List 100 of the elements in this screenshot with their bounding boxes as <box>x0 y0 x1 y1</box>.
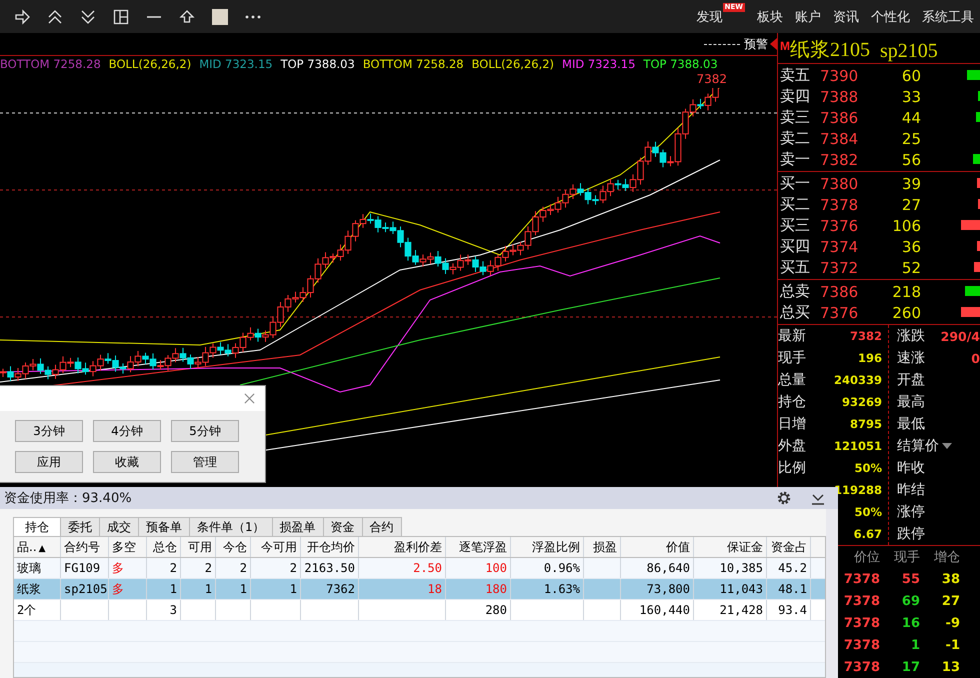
tab[interactable]: 条件单（1） <box>189 517 273 536</box>
table-cell: 2.50 <box>359 558 446 578</box>
column-header[interactable]: 今仓 <box>216 537 251 557</box>
dialog-button[interactable]: 管理 <box>171 451 239 473</box>
stat-label: 最新 <box>778 327 806 345</box>
table-cell: 180 <box>446 579 511 599</box>
layout-icon[interactable] <box>113 8 129 24</box>
table-cell: 多 <box>109 579 147 599</box>
tick-oi-change: -9 <box>944 616 960 630</box>
stat-value: 50% <box>854 461 883 475</box>
order-book-label: 卖一 <box>779 150 811 169</box>
column-header[interactable]: 保证金 <box>694 537 767 557</box>
column-header[interactable]: 逐笔浮盈 <box>446 537 511 557</box>
tick-volume: 69 <box>900 594 920 608</box>
tab[interactable]: 资金 <box>322 517 363 536</box>
stat-value: 290/4 <box>940 328 980 344</box>
table-cell: 2个 <box>14 600 61 620</box>
table-cell: 7362 <box>301 579 359 599</box>
column-header[interactable]: 浮盈比例 <box>511 537 584 557</box>
close-icon[interactable] <box>244 393 255 404</box>
order-price: 7390 <box>820 66 860 84</box>
stat-value: 121051 <box>834 439 883 453</box>
column-header[interactable]: 今可用 <box>251 537 301 557</box>
order-price: 7372 <box>820 258 860 276</box>
order-volume: 60 <box>900 66 921 84</box>
table-cell: 1 <box>181 579 216 599</box>
order-volume: 36 <box>900 238 921 256</box>
tab[interactable]: 持仓 <box>13 517 61 536</box>
indicator-legend: BOLL(26,26,2) <box>472 57 554 71</box>
dialog-button[interactable]: 应用 <box>15 451 83 473</box>
settings-icon[interactable] <box>776 490 792 506</box>
order-volume: 106 <box>891 216 921 234</box>
right-arrow-icon[interactable] <box>14 8 30 24</box>
column-header[interactable]: 盈利价差 <box>359 537 446 557</box>
dialog-button[interactable]: 收藏 <box>93 451 161 473</box>
order-book-label: 总买 <box>779 303 811 322</box>
alert-label[interactable]: 预警 <box>744 36 768 52</box>
table-cell: 10,385 <box>694 558 767 578</box>
tick-oi-change: 38 <box>940 572 960 586</box>
more-icon[interactable] <box>245 14 261 18</box>
order-volume: 27 <box>900 196 921 214</box>
up-arrow-icon[interactable] <box>179 8 195 24</box>
order-volume: 33 <box>900 88 921 106</box>
menu-item[interactable]: 账户 <box>795 8 821 26</box>
column-header[interactable]: 合约号 <box>61 537 109 557</box>
dialog-button[interactable]: 3分钟 <box>15 420 83 442</box>
table-cell: 3 <box>147 600 181 620</box>
indicator-legend: MID 7323.15 <box>562 57 636 71</box>
table-cell: 45.2 <box>767 558 811 578</box>
stat-value: 196 <box>858 351 883 365</box>
indicator-legend: MID 7323.15 <box>199 57 273 71</box>
tab[interactable]: 合约 <box>362 517 402 536</box>
table-cell: 11,043 <box>694 579 767 599</box>
stat-label: 最高 <box>897 393 925 411</box>
table-cell: 1 <box>147 579 181 599</box>
tick-volume: 17 <box>900 660 920 674</box>
stat-label: 总量 <box>778 371 806 389</box>
order-volume: 44 <box>900 108 921 126</box>
column-header[interactable]: 开仓均价 <box>301 537 359 557</box>
dropdown-icon[interactable] <box>942 443 952 449</box>
stat-label: 结算价 <box>897 437 939 455</box>
tab[interactable]: 损盈单 <box>272 517 324 536</box>
stat-label: 涨跌 <box>897 327 925 345</box>
double-chevron-down-icon[interactable] <box>80 8 96 24</box>
menu-item[interactable]: 发现 <box>696 8 723 26</box>
tab[interactable]: 委托 <box>60 517 100 536</box>
column-header[interactable]: 多空 <box>109 537 147 557</box>
tab[interactable]: 预备单 <box>138 517 190 536</box>
order-price: 7382 <box>820 150 860 168</box>
column-header[interactable]: 资金占 <box>767 537 811 557</box>
double-chevron-up-icon[interactable] <box>47 8 63 24</box>
column-header[interactable]: 损盈 <box>584 537 621 557</box>
column-header[interactable]: 可用 <box>181 537 216 557</box>
order-price: 7386 <box>820 282 860 300</box>
menu-item[interactable]: 个性化 <box>871 8 910 26</box>
order-book-label: 买四 <box>779 237 811 256</box>
order-book-label: 卖五 <box>779 66 811 85</box>
dialog-button[interactable]: 5分钟 <box>171 420 239 442</box>
table-cell: 160,440 <box>621 600 694 620</box>
indicator-legend: TOP 7388.03 <box>643 57 718 71</box>
stat-label: 外盘 <box>778 437 806 455</box>
dialog-button[interactable]: 4分钟 <box>93 420 161 442</box>
order-book-label: 买三 <box>779 216 811 235</box>
table-cell: 18 <box>359 579 446 599</box>
indicator-legend: TOP 7388.03 <box>280 57 355 71</box>
tab[interactable]: 成交 <box>99 517 139 536</box>
menu-item[interactable]: 系统工具 <box>922 8 974 26</box>
table-cell: FG109 <box>61 558 109 578</box>
column-header[interactable]: 品.. ▲ <box>14 537 61 557</box>
table-cell: 1 <box>251 579 301 599</box>
table-cell: 100 <box>446 558 511 578</box>
column-header: 增仓 <box>933 549 960 566</box>
menu-item[interactable]: 资讯 <box>833 8 859 26</box>
stat-value: 6.67 <box>854 527 883 541</box>
menu-item[interactable]: 板块 <box>757 8 783 26</box>
order-book-label: 买一 <box>779 174 811 193</box>
column-header[interactable]: 价值 <box>621 537 694 557</box>
square-icon[interactable] <box>212 8 228 24</box>
instrument-name: 纸浆2105 <box>790 38 870 63</box>
column-header[interactable]: 总仓 <box>147 537 181 557</box>
